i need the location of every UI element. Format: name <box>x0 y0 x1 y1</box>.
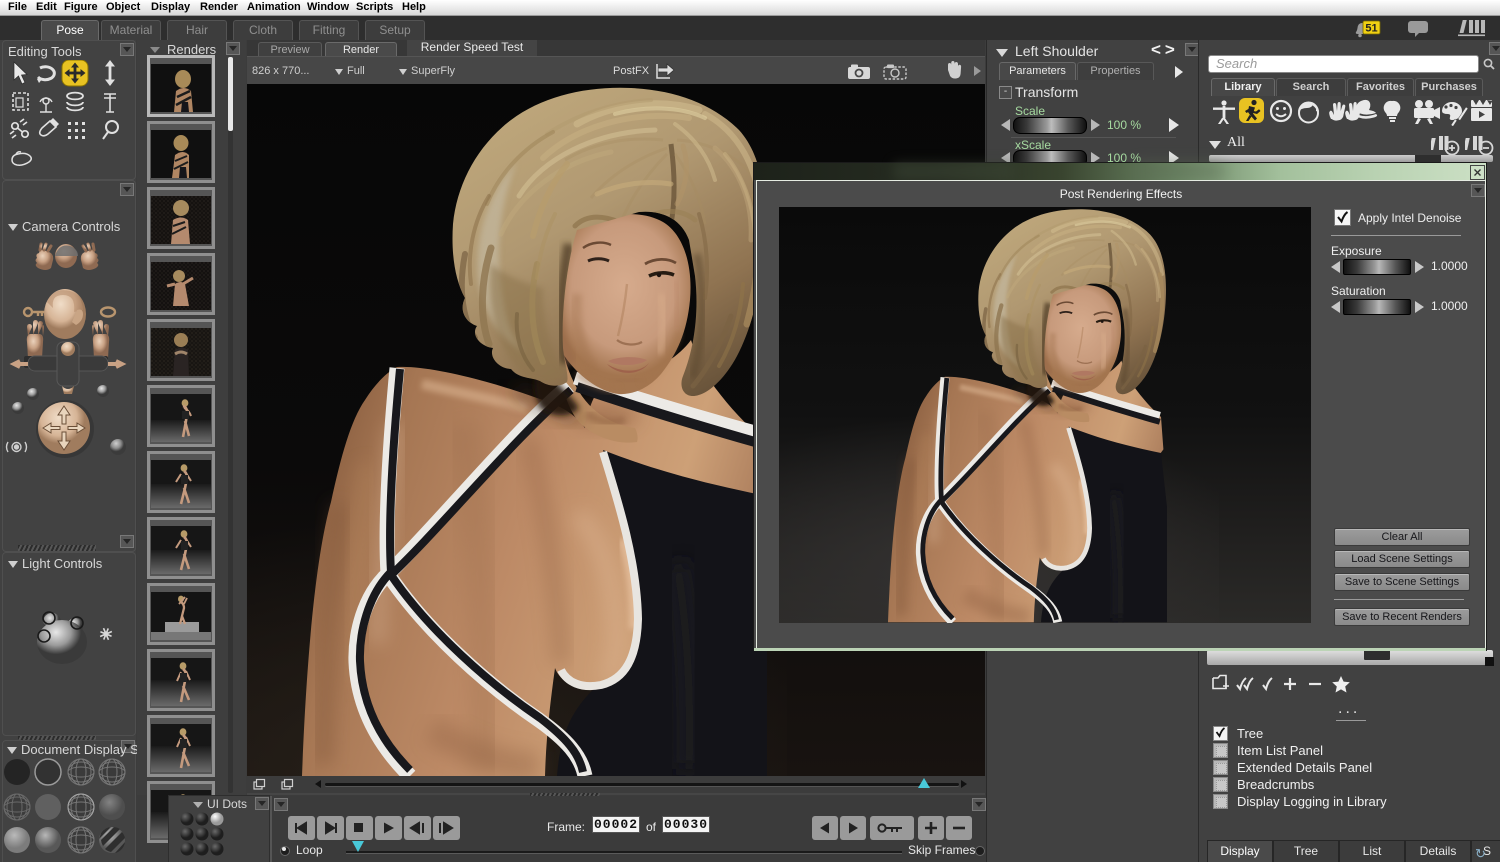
svg-text:51: 51 <box>1365 23 1377 35</box>
